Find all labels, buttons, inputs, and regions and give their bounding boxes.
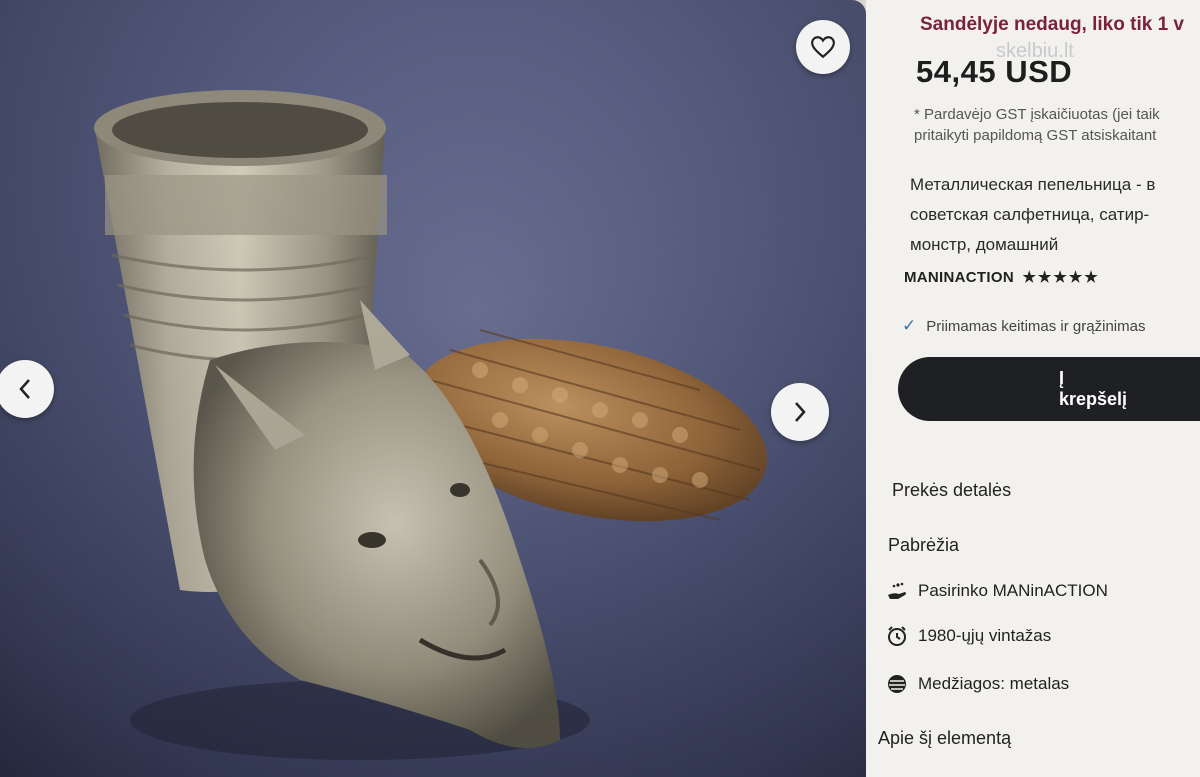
stock-notice: Sandėlyje nedaug, liko tik 1 v [920,14,1184,35]
highlight-text: Pasirinko MANinACTION [918,581,1108,600]
returns-text: Priimamas keitimas ir grąžinimas [926,317,1146,335]
hand-sparkle-icon [886,580,908,602]
rating-stars: ★★★★★ [1022,269,1100,286]
chevron-left-icon [19,379,30,399]
highlight-item: 1980-ųjų vintažas [886,625,1051,647]
product-title: Металлическая пепельница - в советская с… [910,170,1155,260]
price: 54,45 USD [916,54,1073,89]
about-item-heading[interactable]: Apie šį elementą [878,728,1011,749]
highlight-text: Medžiagos: metalas [918,674,1070,693]
alarm-clock-icon [886,625,908,647]
checkmark-icon: ✓ [902,316,917,335]
favorite-button[interactable] [796,20,850,74]
gallery-shade [0,0,866,777]
shop-name[interactable]: MANINACTION [904,269,1014,286]
item-details-heading[interactable]: Prekės detalės [892,480,1011,501]
screen: Sandėlyje nedaug, liko tik 1 v skelbiu.l… [0,0,1200,777]
gst-note-line: * Pardavėjo GST įskaičiuotas (jei taik [914,106,1160,123]
returns-info: ✓ Priimamas keitimas ir grąžinimas [902,316,1145,336]
next-image-button[interactable] [771,383,829,441]
gst-note-line: pritaikyti papildomą GST atsiskaitant [914,127,1157,144]
highlight-item: Pasirinko MANinACTION [886,580,1108,602]
highlight-text: 1980-ųjų vintažas [918,626,1052,645]
shop-link[interactable]: MANINACTION ★★★★★ [904,268,1100,286]
product-title-line: монстр, домашний [910,235,1059,254]
product-image-gallery[interactable] [0,0,866,777]
highlight-item: Medžiagos: metalas [886,673,1069,695]
product-title-line: советская салфетница, сатир- [910,205,1150,224]
highlights-heading: Pabrėžia [888,535,960,555]
add-to-cart-button[interactable]: Į krepšelį [898,357,1200,421]
heart-icon [811,36,835,59]
gst-note: * Pardavėjo GST įskaičiuotas (jei taik p… [914,104,1160,146]
product-info-panel: Sandėlyje nedaug, liko tik 1 v skelbiu.l… [866,0,1200,777]
add-to-cart-label: Į krepšelį [1058,368,1128,409]
chevron-right-icon [795,402,806,422]
product-title-line: Металлическая пепельница - в [910,175,1156,194]
material-swatch-icon [886,673,908,695]
